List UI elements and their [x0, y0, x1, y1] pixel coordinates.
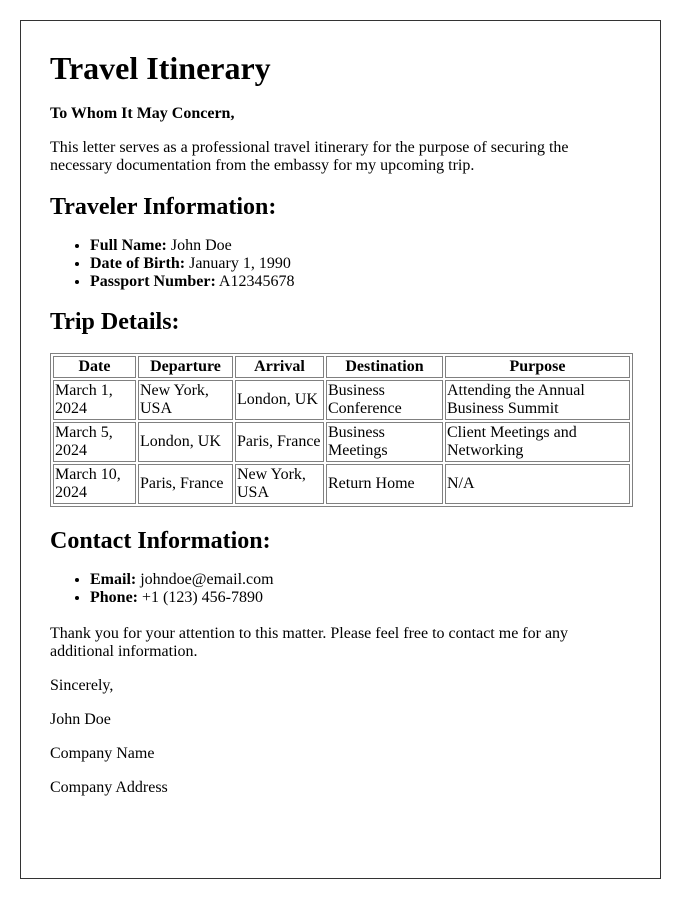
field-label: Date of Birth:	[90, 255, 186, 272]
cell-arrival: London, UK	[235, 380, 324, 420]
table-row: March 1, 2024 New York, USA London, UK B…	[53, 380, 630, 420]
cell-destination: Business Meetings	[326, 422, 443, 462]
column-header-destination: Destination	[326, 356, 443, 378]
field-value: John Doe	[166, 237, 232, 254]
field-value: johndoe@email.com	[136, 571, 274, 588]
column-header-arrival: Arrival	[235, 356, 324, 378]
traveler-info-list: Full Name: John Doe Date of Birth: Janua…	[50, 237, 632, 291]
trip-details-heading: Trip Details:	[50, 309, 180, 335]
traveler-passport-number: Passport Number: A12345678	[90, 273, 632, 291]
trip-details-table: Date Departure Arrival Destination Purpo…	[50, 353, 633, 507]
signer-name: John Doe	[50, 711, 111, 728]
table-row: March 10, 2024 Paris, France New York, U…	[53, 464, 630, 504]
company-address: Company Address	[50, 779, 168, 796]
field-label: Passport Number:	[90, 273, 216, 290]
salutation: To Whom It May Concern,	[50, 105, 235, 122]
contact-email: Email: johndoe@email.com	[90, 571, 632, 589]
column-header-departure: Departure	[138, 356, 233, 378]
cell-destination: Return Home	[326, 464, 443, 504]
contact-info-list: Email: johndoe@email.com Phone: +1 (123)…	[50, 571, 632, 607]
field-label: Phone:	[90, 589, 138, 606]
cell-purpose: Attending the Annual Business Summit	[445, 380, 630, 420]
cell-purpose: N/A	[445, 464, 630, 504]
column-header-date: Date	[53, 356, 136, 378]
cell-date: March 10, 2024	[53, 464, 136, 504]
column-header-purpose: Purpose	[445, 356, 630, 378]
cell-destination: Business Conference	[326, 380, 443, 420]
cell-departure: New York, USA	[138, 380, 233, 420]
field-value: +1 (123) 456-7890	[138, 589, 264, 606]
signoff: Sincerely,	[50, 677, 114, 694]
cell-purpose: Client Meetings and Networking	[445, 422, 630, 462]
cell-departure: London, UK	[138, 422, 233, 462]
letter-document: Travel Itinerary To Whom It May Concern,…	[20, 20, 661, 879]
table-row: March 5, 2024 London, UK Paris, France B…	[53, 422, 630, 462]
intro-paragraph: This letter serves as a professional tra…	[50, 139, 569, 174]
contact-info-heading: Contact Information:	[50, 528, 271, 554]
cell-departure: Paris, France	[138, 464, 233, 504]
field-label: Full Name:	[90, 237, 167, 254]
traveler-info-heading: Traveler Information:	[50, 194, 277, 220]
traveler-full-name: Full Name: John Doe	[90, 237, 632, 255]
closing-paragraph: Thank you for your attention to this mat…	[50, 625, 569, 660]
cell-date: March 1, 2024	[53, 380, 136, 420]
cell-arrival: New York, USA	[235, 464, 324, 504]
field-value: January 1, 1990	[185, 255, 291, 272]
document-title: Travel Itinerary	[50, 50, 271, 86]
contact-phone: Phone: +1 (123) 456-7890	[90, 589, 632, 607]
field-label: Email:	[90, 571, 137, 588]
company-name: Company Name	[50, 745, 155, 762]
table-header-row: Date Departure Arrival Destination Purpo…	[53, 356, 630, 378]
cell-date: March 5, 2024	[53, 422, 136, 462]
traveler-date-of-birth: Date of Birth: January 1, 1990	[90, 255, 632, 273]
cell-arrival: Paris, France	[235, 422, 324, 462]
field-value: A12345678	[215, 273, 295, 290]
